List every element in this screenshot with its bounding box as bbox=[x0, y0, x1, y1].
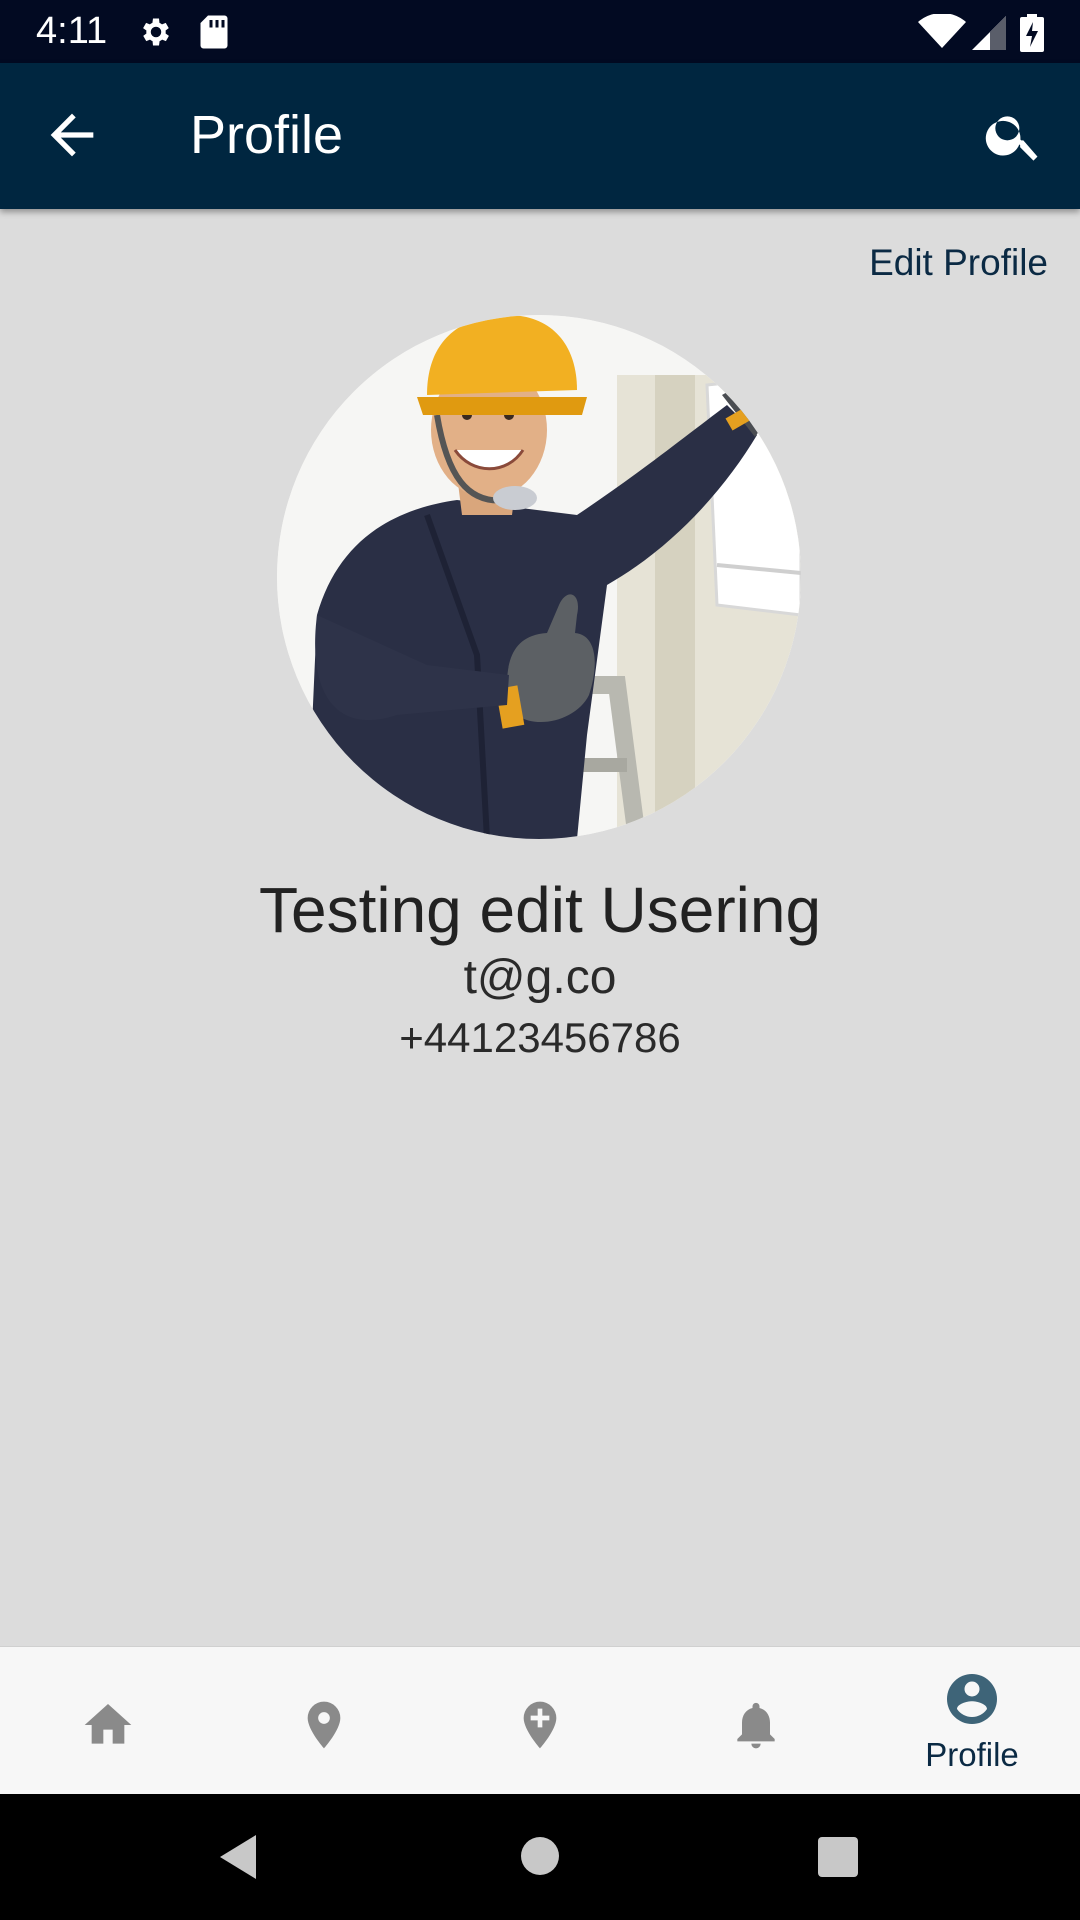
user-email: t@g.co bbox=[463, 951, 617, 1004]
nav-item-notifications[interactable] bbox=[648, 1647, 864, 1795]
app-bar: Profile bbox=[0, 63, 1080, 209]
bottom-nav: Profile bbox=[0, 1646, 1080, 1795]
battery-charging-icon bbox=[1020, 14, 1044, 57]
account-circle-icon bbox=[947, 1674, 997, 1724]
bell-icon bbox=[737, 1702, 775, 1749]
nav-item-add-location[interactable] bbox=[432, 1647, 648, 1795]
cell-signal-icon bbox=[970, 14, 1006, 55]
recents-square-icon[interactable] bbox=[817, 1836, 859, 1878]
search-icon bbox=[985, 116, 1038, 161]
system-nav-bar bbox=[0, 1794, 1080, 1920]
arrow-left-icon bbox=[50, 113, 94, 157]
home-circle-icon[interactable] bbox=[520, 1836, 560, 1876]
home-icon bbox=[84, 1704, 132, 1744]
user-phone: +44123456786 bbox=[399, 1014, 681, 1061]
nav-item-location[interactable] bbox=[216, 1647, 432, 1795]
sd-card-icon bbox=[198, 14, 230, 55]
edit-profile-button[interactable]: Edit Profile bbox=[869, 240, 1048, 286]
user-name: Testing edit Usering bbox=[258, 874, 822, 946]
page-title: Profile bbox=[190, 105, 344, 165]
status-time: 4:11 bbox=[36, 10, 108, 52]
add-location-icon bbox=[523, 1701, 557, 1749]
location-pin-icon bbox=[307, 1701, 341, 1749]
nav-item-home[interactable] bbox=[0, 1647, 216, 1795]
status-bar: 4:11 bbox=[0, 0, 1080, 63]
nav-label-profile: Profile bbox=[925, 1736, 1019, 1773]
wifi-icon bbox=[918, 13, 966, 55]
settings-gear-icon bbox=[138, 14, 174, 55]
back-triangle-icon[interactable] bbox=[216, 1832, 260, 1882]
avatar bbox=[277, 315, 801, 839]
user-photo bbox=[277, 315, 801, 839]
search-button[interactable] bbox=[982, 103, 1046, 167]
nav-item-profile[interactable]: Profile bbox=[864, 1647, 1080, 1795]
back-button[interactable] bbox=[40, 103, 104, 167]
